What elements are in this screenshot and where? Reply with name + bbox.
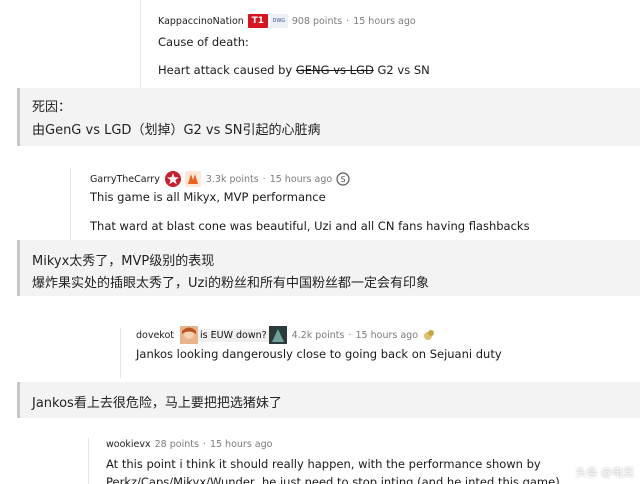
strikethrough-text: GENG vs LGD (295, 63, 374, 77)
team-flair-icon: T1 (247, 14, 268, 28)
comment-points: 28 points (154, 439, 199, 450)
separator-dot: · (202, 439, 206, 450)
flair-text: is EUW down? (198, 328, 269, 342)
thread-line[interactable] (120, 328, 121, 378)
comment-line: Heart attack caused by (158, 63, 296, 77)
translation-line: 死因： (32, 100, 72, 115)
comment-author[interactable]: wookievx (106, 439, 151, 450)
comment-author[interactable]: dovekot (136, 330, 174, 341)
thread-line[interactable] (140, 0, 141, 88)
separator-dot: · (346, 15, 350, 27)
comment-points: 4.2k points (291, 329, 345, 341)
award-icon[interactable]: S (336, 172, 350, 186)
translation-line: Mikyx太秀了，MVP级别的表现 (32, 254, 215, 269)
comment-text: At this point i think it should really h… (106, 457, 541, 471)
comment-meta: dovekot is EUW down? 4.2k points · 15 ho… (136, 326, 436, 344)
comment-timestamp[interactable]: 15 hours ago (270, 174, 333, 185)
team-logo-icon (164, 171, 181, 187)
comment-meta: GarryTheCarry 3.3k points · 15 hours ago… (90, 170, 350, 188)
comment-line: G2 vs SN (373, 63, 430, 77)
translation-line: 由GenG vs LGD（划掉）G2 vs SN引起的心脏病 (32, 123, 321, 138)
team-logo-icon (184, 171, 201, 187)
comment-meta: wookievx 28 points · 15 hours ago (106, 439, 272, 450)
comment-text: This game is all Mikyx, MVP performance (90, 190, 326, 204)
comment-points: 908 points (291, 15, 343, 27)
comment-text: Perkz/Caps/Mikyx/Wunder, he just need to… (106, 475, 560, 484)
award-icon[interactable] (422, 328, 436, 342)
comment-timestamp[interactable]: 15 hours ago (356, 330, 419, 341)
comment-text: Cause of death: (158, 35, 249, 49)
separator-dot: · (262, 173, 266, 185)
separator-dot: · (348, 329, 352, 341)
comment-meta: KappaccinoNation T1 DWG 908 points · 15 … (158, 14, 416, 28)
comment-timestamp[interactable]: 15 hours ago (353, 16, 416, 27)
watermark: 头条 @电竞 (575, 466, 635, 479)
comment-timestamp[interactable]: 15 hours ago (210, 439, 273, 450)
thread-line[interactable] (88, 438, 89, 484)
champion-avatar-icon (180, 326, 199, 344)
comment-text: That ward at blast cone was beautiful, U… (90, 219, 530, 233)
comment-text: Jankos looking dangerously close to goin… (136, 347, 502, 361)
comment-text: Heart attack caused by GENG vs LGD G2 vs… (158, 63, 430, 77)
translation-box: 死因： 由GenG vs LGD（划掉）G2 vs SN引起的心脏病 (17, 88, 640, 146)
svg-text:S: S (341, 175, 346, 184)
thread-line[interactable] (70, 168, 71, 240)
translation-box: Jankos看上去很危险，马上要把把选猪妹了 (17, 382, 640, 418)
comment-line: Cause of death: (158, 35, 249, 49)
translation-line: 爆炸果实处的插眼太秀了，Uzi的粉丝和所有中国粉丝都一定会有印象 (32, 276, 429, 291)
translation-line: Jankos看上去很危险，马上要把把选猪妹了 (32, 396, 282, 411)
champion-avatar-icon (268, 326, 287, 344)
comment-author[interactable]: GarryTheCarry (90, 174, 160, 185)
comment-points: 3.3k points (205, 173, 259, 185)
team-flair-icon: DWG (269, 14, 288, 28)
translation-box: Mikyx太秀了，MVP级别的表现 爆炸果实处的插眼太秀了，Uzi的粉丝和所有中… (17, 240, 640, 296)
comment-author[interactable]: KappaccinoNation (158, 16, 244, 27)
